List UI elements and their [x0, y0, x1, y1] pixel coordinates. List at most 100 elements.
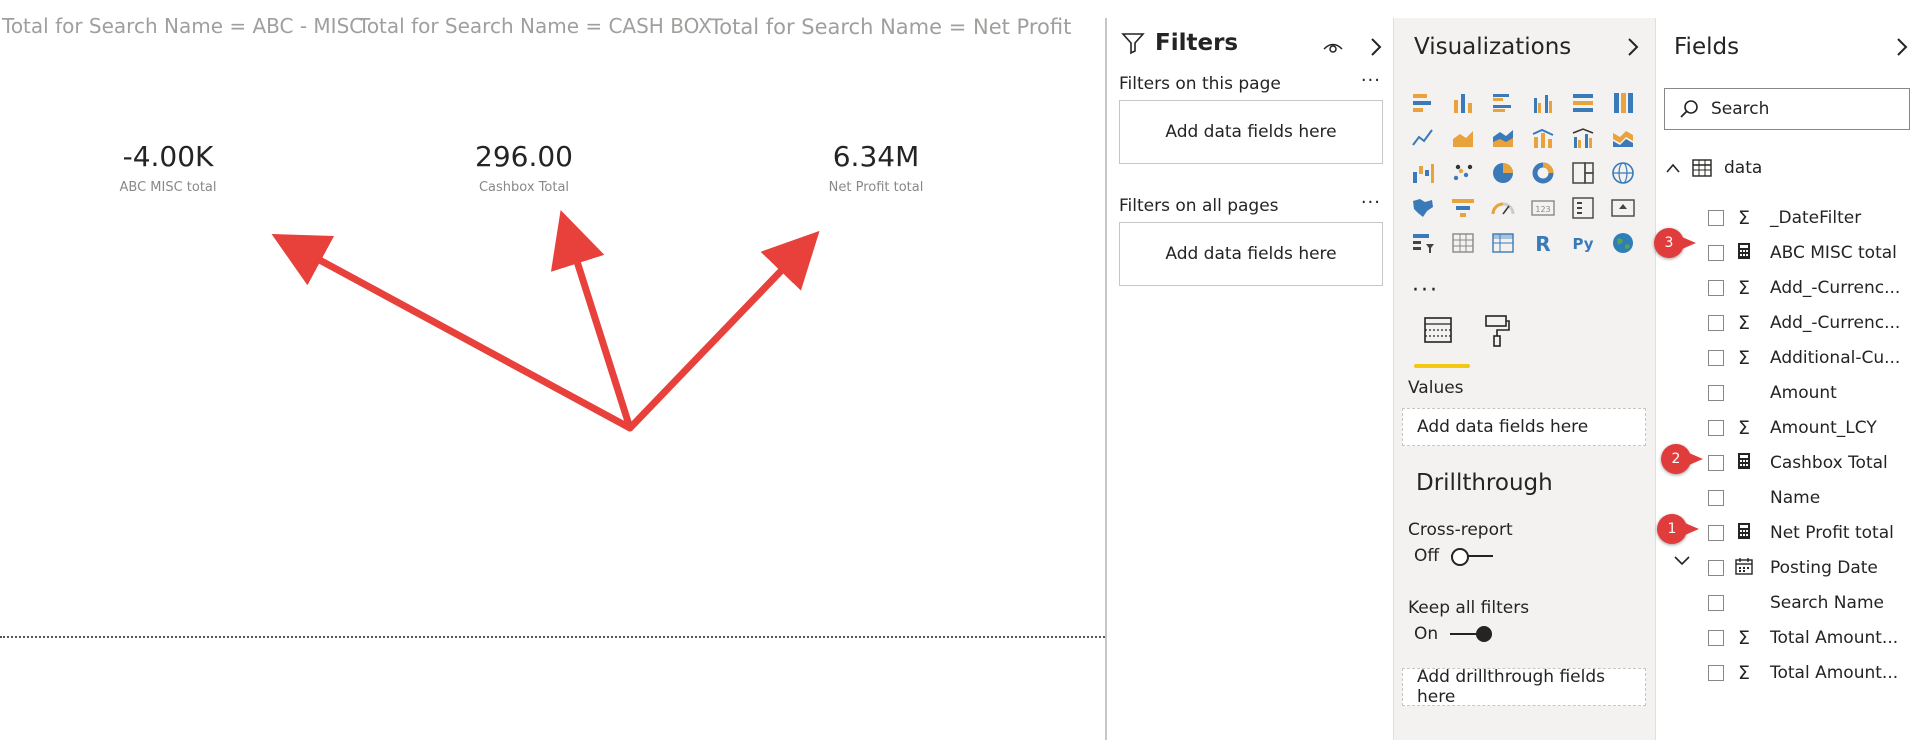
chevron-up-icon[interactable] — [1666, 163, 1680, 173]
drillthrough-dropzone[interactable]: Add drillthrough fields here — [1402, 667, 1646, 707]
toggle-switch-on[interactable] — [1450, 626, 1493, 642]
table-name: data — [1724, 158, 1763, 178]
gauge-icon[interactable] — [1488, 193, 1518, 223]
field-checkbox[interactable] — [1708, 560, 1724, 576]
kpi-icon[interactable] — [1608, 193, 1638, 223]
line-chart-icon[interactable] — [1408, 123, 1438, 153]
clustered-column-chart-icon[interactable] — [1528, 88, 1558, 118]
field-label: Cashbox Total — [1770, 453, 1888, 473]
filters-title: Filters — [1155, 30, 1239, 56]
pie-chart-icon[interactable] — [1488, 158, 1518, 188]
visualizations-title: Visualizations — [1414, 34, 1572, 60]
globe-visual-icon[interactable] — [1608, 228, 1638, 258]
filters-on-all-pages-label: Filters on all pages — [1119, 196, 1279, 216]
field-row[interactable]: Cashbox Total — [1708, 449, 1888, 477]
100-stacked-column-chart-icon[interactable] — [1608, 88, 1638, 118]
field-checkbox[interactable] — [1708, 315, 1724, 331]
field-row[interactable]: Posting Date — [1708, 554, 1878, 582]
slicer-icon[interactable] — [1408, 228, 1438, 258]
funnel-icon[interactable] — [1448, 193, 1478, 223]
field-checkbox[interactable] — [1708, 525, 1724, 541]
fields-search-input[interactable]: Search — [1664, 88, 1910, 130]
card-icon[interactable]: 123 — [1528, 193, 1558, 223]
field-checkbox[interactable] — [1708, 455, 1724, 471]
donut-chart-icon[interactable] — [1528, 158, 1558, 188]
chevron-right-icon[interactable] — [1895, 36, 1909, 58]
fields-tab-icon[interactable] — [1422, 314, 1454, 346]
drillthrough-title: Drillthrough — [1416, 470, 1553, 496]
stacked-bar-chart-icon[interactable] — [1408, 88, 1438, 118]
field-row[interactable]: Σ Add_-Currenc... — [1708, 274, 1900, 302]
stacked-area-chart-icon[interactable] — [1488, 123, 1518, 153]
cross-report-toggle[interactable]: Off — [1414, 546, 1494, 566]
field-label: Search Name — [1770, 593, 1884, 613]
report-canvas[interactable]: Total for Search Name = ABC - MISC Total… — [0, 0, 1105, 740]
sigma-icon: Σ — [1737, 312, 1750, 334]
kpi-value-abc-misc[interactable]: -4.00K — [68, 140, 268, 173]
sigma-icon: Σ — [1737, 347, 1750, 369]
field-row[interactable]: Net Profit total — [1708, 519, 1894, 547]
field-row[interactable]: Σ _DateFilter — [1708, 204, 1861, 232]
values-dropzone[interactable]: Add data fields here — [1402, 408, 1646, 446]
scatter-chart-icon[interactable] — [1448, 158, 1478, 188]
kpi-value-net-profit[interactable]: 6.34M — [776, 140, 976, 173]
field-row[interactable]: Amount — [1708, 379, 1837, 407]
ribbon-chart-icon[interactable] — [1608, 123, 1638, 153]
filters-all-pages-more-button[interactable]: ··· — [1361, 192, 1381, 213]
format-paint-roller-icon[interactable] — [1482, 312, 1512, 348]
waterfall-chart-icon[interactable] — [1408, 158, 1438, 188]
calculator-icon — [1734, 242, 1754, 265]
field-checkbox[interactable] — [1708, 630, 1724, 646]
field-row[interactable]: Σ Add_-Currenc... — [1708, 309, 1900, 337]
map-icon[interactable] — [1608, 158, 1638, 188]
field-label: Name — [1770, 488, 1821, 508]
field-checkbox[interactable] — [1708, 595, 1724, 611]
matrix-icon[interactable] — [1488, 228, 1518, 258]
field-checkbox[interactable] — [1708, 245, 1724, 261]
table-icon[interactable] — [1448, 228, 1478, 258]
multi-row-card-icon[interactable] — [1568, 193, 1598, 223]
stacked-column-chart-icon[interactable] — [1448, 88, 1478, 118]
field-row[interactable]: Σ Additional-Cu... — [1708, 344, 1900, 372]
filled-map-icon[interactable] — [1408, 193, 1438, 223]
100-stacked-bar-chart-icon[interactable] — [1568, 88, 1598, 118]
line-and-clustered-column-chart-icon[interactable] — [1568, 123, 1598, 153]
kpi-value-cash-box[interactable]: 296.00 — [424, 140, 624, 173]
values-label: Values — [1408, 378, 1464, 398]
field-row[interactable]: Search Name — [1708, 589, 1884, 617]
svg-text:Py: Py — [1572, 235, 1593, 253]
calendar-icon — [1734, 557, 1754, 580]
filters-this-page-dropzone[interactable]: Add data fields here — [1119, 100, 1383, 164]
chevron-right-icon[interactable] — [1626, 36, 1640, 58]
field-row[interactable]: Σ Amount_LCY — [1708, 414, 1877, 442]
r-script-visual-icon[interactable]: R — [1528, 228, 1558, 258]
chevron-right-icon[interactable] — [1369, 36, 1383, 58]
field-row[interactable]: ABC MISC total — [1708, 239, 1897, 267]
more-visuals-button[interactable]: ··· — [1412, 278, 1439, 303]
area-chart-icon[interactable] — [1448, 123, 1478, 153]
toggle-switch-off[interactable] — [1451, 548, 1494, 566]
field-checkbox[interactable] — [1708, 490, 1724, 506]
line-and-stacked-column-chart-icon[interactable] — [1528, 123, 1558, 153]
visualizations-pane: Visualizations 123 R Py ··· Values Add d… — [1393, 18, 1656, 740]
clustered-bar-chart-icon[interactable] — [1488, 88, 1518, 118]
field-row[interactable]: Name — [1708, 484, 1820, 512]
python-visual-icon[interactable]: Py — [1568, 228, 1598, 258]
table-icon — [1692, 159, 1712, 177]
field-checkbox[interactable] — [1708, 350, 1724, 366]
field-checkbox[interactable] — [1708, 385, 1724, 401]
field-checkbox[interactable] — [1708, 420, 1724, 436]
keep-all-filters-toggle[interactable]: On — [1414, 624, 1493, 644]
eye-icon[interactable] — [1323, 40, 1343, 54]
field-checkbox[interactable] — [1708, 665, 1724, 681]
filters-all-pages-dropzone[interactable]: Add data fields here — [1119, 222, 1383, 286]
chevron-down-icon[interactable] — [1674, 556, 1690, 566]
table-node-data[interactable]: data — [1666, 158, 1762, 178]
field-row[interactable]: Σ Total Amount... — [1708, 659, 1898, 687]
field-row[interactable]: Σ Total Amount... — [1708, 624, 1898, 652]
field-label: Add_-Currenc... — [1770, 313, 1901, 333]
treemap-icon[interactable] — [1568, 158, 1598, 188]
filters-this-page-more-button[interactable]: ··· — [1361, 70, 1381, 91]
field-checkbox[interactable] — [1708, 210, 1724, 226]
field-checkbox[interactable] — [1708, 280, 1724, 296]
